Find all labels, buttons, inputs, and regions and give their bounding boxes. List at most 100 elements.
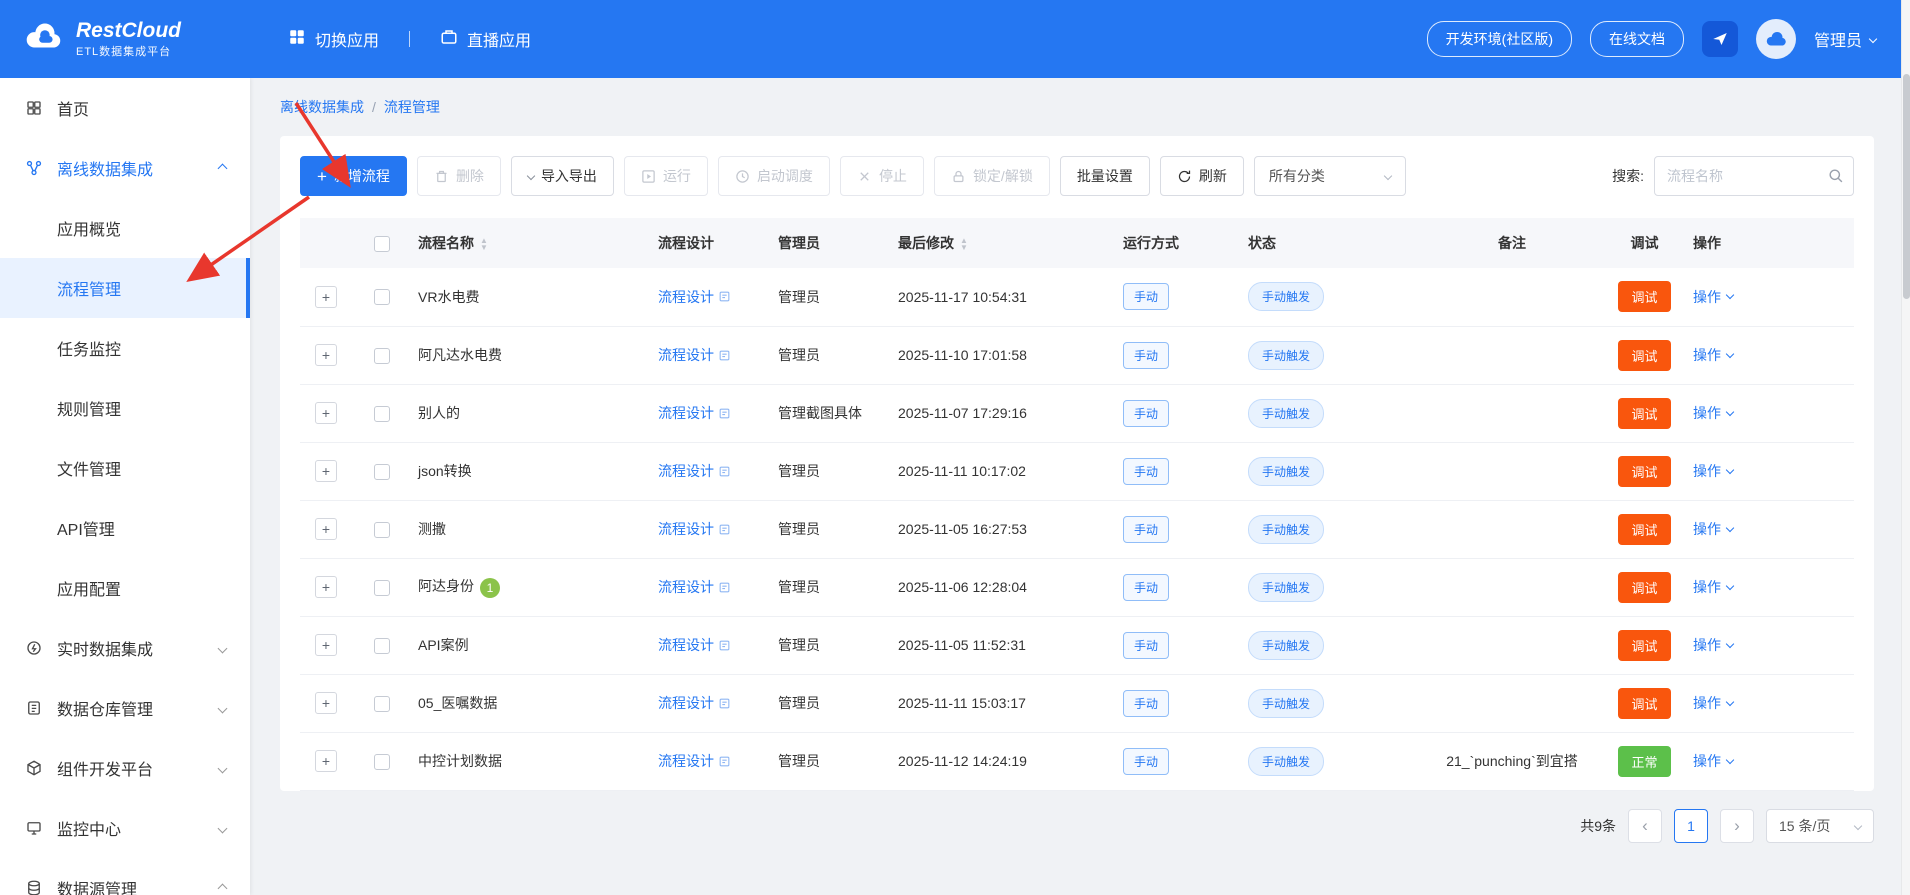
row-checkbox[interactable] (374, 289, 390, 305)
add-flow-button[interactable]: + 新增流程 (300, 156, 407, 196)
action-link[interactable]: 操作 (1693, 577, 1733, 597)
row-checkbox[interactable] (374, 580, 390, 596)
row-checkbox[interactable] (374, 696, 390, 712)
debug-button[interactable]: 调试 (1618, 630, 1670, 661)
sidebar-item-file-management[interactable]: 文件管理 (0, 438, 250, 498)
search-input[interactable] (1654, 156, 1854, 196)
sidebar-group-monitor-center[interactable]: 监控中心 (0, 798, 250, 858)
sidebar-item-rule-management[interactable]: 规则管理 (0, 378, 250, 438)
breadcrumb-current[interactable]: 流程管理 (384, 97, 440, 117)
expand-row-button[interactable]: + (315, 286, 337, 308)
sidebar-group-datasource-management[interactable]: 数据源管理 (0, 858, 250, 895)
flow-design-link[interactable]: 流程设计 (658, 577, 731, 597)
vertical-scrollbar[interactable] (1901, 0, 1910, 895)
batch-settings-button[interactable]: 批量设置 (1060, 156, 1150, 196)
sidebar-item-api-management[interactable]: API管理 (0, 498, 250, 558)
import-export-button[interactable]: 导入导出 (511, 156, 614, 196)
live-app-button[interactable]: 直播应用 (440, 27, 531, 51)
page-size-select[interactable]: 15 条/页 (1766, 809, 1874, 843)
action-link[interactable]: 操作 (1693, 461, 1733, 481)
refresh-icon (1177, 169, 1192, 184)
last-modified: 2025-11-06 12:28:04 (898, 579, 1027, 595)
search-icon[interactable] (1827, 167, 1844, 189)
debug-button[interactable]: 调试 (1618, 572, 1670, 603)
refresh-button[interactable]: 刷新 (1160, 156, 1244, 196)
debug-button[interactable]: 调试 (1618, 340, 1670, 371)
row-checkbox[interactable] (374, 464, 390, 480)
sidebar-item-task-monitor[interactable]: 任务监控 (0, 318, 250, 378)
sidebar-item-flow-management[interactable]: 流程管理 (0, 258, 250, 318)
docs-button[interactable]: 在线文档 (1590, 21, 1684, 57)
expand-row-button[interactable]: + (315, 692, 337, 714)
table-row: + 05_医嘱数据 流程设计 管理员 2025-11-11 15:03:17 手… (300, 674, 1854, 732)
debug-button[interactable]: 调试 (1618, 514, 1670, 545)
flow-design-link[interactable]: 流程设计 (658, 693, 731, 713)
row-checkbox[interactable] (374, 348, 390, 364)
flow-design-link[interactable]: 流程设计 (658, 519, 731, 539)
expand-row-button[interactable]: + (315, 576, 337, 598)
env-button[interactable]: 开发环境(社区版) (1427, 21, 1572, 57)
avatar[interactable] (1756, 19, 1796, 59)
row-checkbox[interactable] (374, 406, 390, 422)
flow-design-link[interactable]: 流程设计 (658, 287, 731, 307)
action-link[interactable]: 操作 (1693, 635, 1733, 655)
paper-plane-icon[interactable] (1702, 21, 1738, 57)
debug-button[interactable]: 调试 (1618, 281, 1670, 312)
start-schedule-button[interactable]: 启动调度 (718, 156, 830, 196)
lock-unlock-button[interactable]: 锁定/解锁 (934, 156, 1050, 196)
expand-row-button[interactable]: + (315, 750, 337, 772)
row-checkbox[interactable] (374, 638, 390, 654)
select-all-checkbox[interactable] (374, 236, 390, 252)
sidebar-item-label: 文件管理 (57, 456, 121, 480)
row-checkbox[interactable] (374, 522, 390, 538)
expand-column-header (300, 218, 352, 268)
delete-button[interactable]: 删除 (417, 156, 501, 196)
flow-design-link[interactable]: 流程设计 (658, 635, 731, 655)
flow-list-card: + 新增流程 删除 导入导出 运行 启动调度 (280, 136, 1874, 791)
admin-name: 管理员 (778, 347, 820, 363)
sort-icon[interactable]: ▲▼ (960, 237, 968, 251)
sidebar-item-app-config[interactable]: 应用配置 (0, 558, 250, 618)
run-button[interactable]: 运行 (624, 156, 708, 196)
sidebar-item-home[interactable]: 首页 (0, 78, 250, 138)
scrollbar-thumb[interactable] (1903, 74, 1910, 299)
debug-button[interactable]: 调试 (1618, 456, 1670, 487)
table-row: + 阿凡达水电费 流程设计 管理员 2025-11-10 17:01:58 手动… (300, 326, 1854, 384)
breadcrumb-parent[interactable]: 离线数据集成 (280, 97, 364, 117)
action-link[interactable]: 操作 (1693, 751, 1733, 771)
action-link[interactable]: 操作 (1693, 345, 1733, 365)
expand-row-button[interactable]: + (315, 518, 337, 540)
sidebar-group-realtime-integration[interactable]: 实时数据集成 (0, 618, 250, 678)
next-page-button[interactable]: › (1720, 809, 1754, 843)
expand-row-button[interactable]: + (315, 402, 337, 424)
debug-button[interactable]: 正常 (1618, 746, 1670, 777)
flow-design-link[interactable]: 流程设计 (658, 345, 731, 365)
sort-icon[interactable]: ▲▼ (480, 237, 488, 251)
page-1-button[interactable]: 1 (1674, 809, 1708, 843)
logo[interactable]: RestCloud ETL数据集成平台 (0, 19, 250, 59)
sidebar-group-offline-integration[interactable]: 离线数据集成 (0, 138, 250, 198)
stop-button[interactable]: 停止 (840, 156, 924, 196)
expand-row-button[interactable]: + (315, 344, 337, 366)
sidebar-group-component-platform[interactable]: 组件开发平台 (0, 738, 250, 798)
debug-button[interactable]: 调试 (1618, 688, 1670, 719)
expand-row-button[interactable]: + (315, 634, 337, 656)
sidebar-item-app-overview[interactable]: 应用概览 (0, 198, 250, 258)
switch-app-button[interactable]: 切换应用 (288, 27, 379, 51)
flow-design-link[interactable]: 流程设计 (658, 403, 731, 423)
sidebar-group-data-warehouse[interactable]: 数据仓库管理 (0, 678, 250, 738)
action-link[interactable]: 操作 (1693, 519, 1733, 539)
category-select[interactable]: 所有分类 (1254, 156, 1406, 196)
flow-design-link[interactable]: 流程设计 (658, 461, 731, 481)
search-label: 搜索: (1612, 166, 1644, 186)
flow-design-link[interactable]: 流程设计 (658, 751, 731, 771)
action-link[interactable]: 操作 (1693, 287, 1733, 307)
debug-button[interactable]: 调试 (1618, 398, 1670, 429)
row-checkbox[interactable] (374, 754, 390, 770)
action-link[interactable]: 操作 (1693, 403, 1733, 423)
expand-row-button[interactable]: + (315, 460, 337, 482)
flow-name: API案例 (418, 637, 469, 653)
user-menu[interactable]: 管理员 (1814, 27, 1876, 51)
action-link[interactable]: 操作 (1693, 693, 1733, 713)
prev-page-button[interactable]: ‹ (1628, 809, 1662, 843)
